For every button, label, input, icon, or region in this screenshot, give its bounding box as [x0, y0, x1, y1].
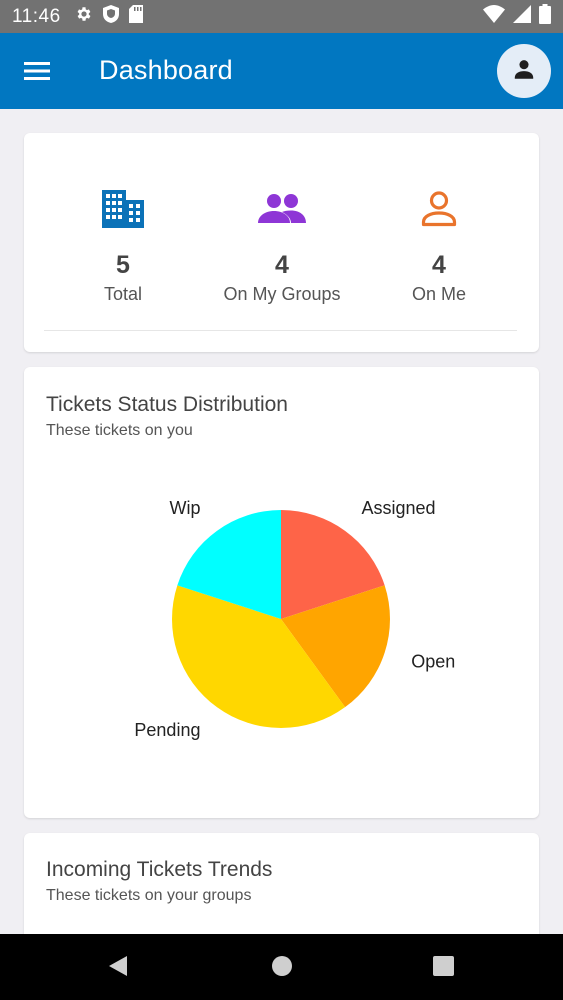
- stat-label: On Me: [411, 284, 467, 304]
- status-distribution-card: Tickets Status Distribution These ticket…: [24, 367, 539, 818]
- battery-icon: [539, 4, 551, 29]
- wifi-icon: [483, 5, 505, 28]
- person-icon: [511, 56, 537, 87]
- stats-card: 5 Total 4 On My Groups 4 On Me: [24, 133, 539, 352]
- stat-on-me[interactable]: 4 On Me: [364, 189, 514, 305]
- building-icon: [48, 189, 198, 229]
- pie-label-wip: Wip: [169, 498, 200, 518]
- card-subtitle: These tickets on your groups: [46, 887, 252, 904]
- person-outline-icon: [364, 189, 514, 229]
- system-nav-bar: [0, 934, 563, 1000]
- recents-icon[interactable]: [433, 954, 455, 983]
- pie-chart: Assigned Open Pending Wip: [134, 498, 455, 740]
- stat-value: 5: [116, 251, 130, 279]
- status-bar: 11:46: [0, 0, 563, 33]
- card-title: Incoming Tickets Trends: [46, 858, 273, 881]
- stat-on-my-groups[interactable]: 4 On My Groups: [207, 189, 357, 305]
- sd-card-icon: [128, 5, 143, 28]
- pie-label-open: Open: [411, 651, 455, 671]
- pie-label-pending: Pending: [134, 720, 200, 740]
- back-icon[interactable]: [107, 954, 129, 983]
- home-icon[interactable]: [271, 954, 293, 983]
- stat-value: 4: [275, 251, 289, 279]
- avatar[interactable]: [497, 44, 551, 98]
- stat-label: On My Groups: [223, 284, 341, 304]
- stat-total[interactable]: 5 Total: [48, 189, 198, 305]
- status-time: 11:46: [12, 5, 61, 27]
- shield-icon: [102, 5, 119, 28]
- settings-gear-icon: [75, 5, 93, 28]
- group-icon: [207, 189, 357, 229]
- signal-icon: [513, 5, 531, 28]
- pie-label-assigned: Assigned: [362, 498, 436, 518]
- app-bar: Dashboard: [0, 33, 563, 109]
- stat-label: Total: [103, 284, 143, 304]
- hamburger-menu-icon[interactable]: [22, 57, 54, 85]
- divider: [44, 330, 517, 331]
- page-title: Dashboard: [99, 55, 233, 85]
- stat-value: 4: [432, 251, 446, 279]
